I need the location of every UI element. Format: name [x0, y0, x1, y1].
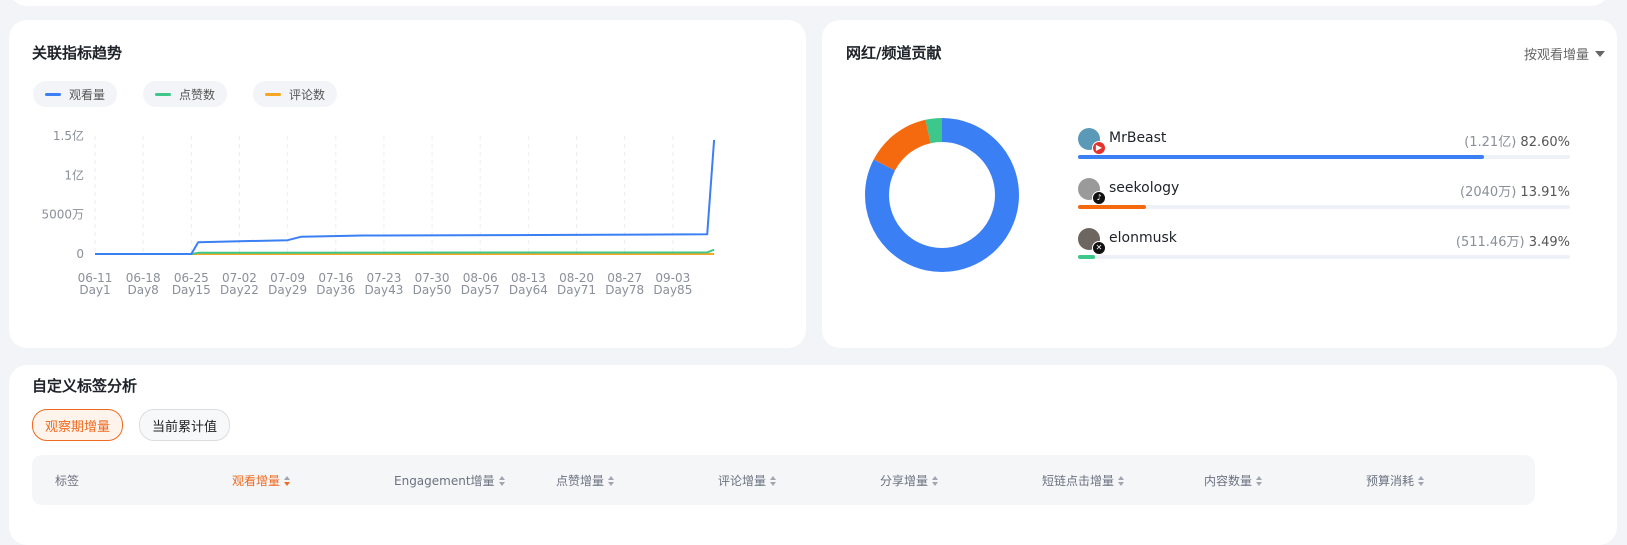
sort-dropdown[interactable]: 按观看增量 [1524, 44, 1605, 63]
column-label: 预算消耗 [1366, 474, 1415, 488]
x-tick-day: Day85 [653, 283, 692, 297]
sort-icon [498, 475, 505, 486]
contributor-absolute: (1.21亿) [1464, 135, 1517, 150]
column-header-budget[interactable]: 预算消耗 [1366, 472, 1425, 489]
column-header-likes[interactable]: 点赞增量 [556, 472, 615, 489]
contributor-bar-track [1078, 255, 1570, 259]
tag-tabs: 观察期增量 当前累计值 [32, 409, 231, 441]
contributor-bar-track [1078, 205, 1570, 209]
x-tick-day: Day15 [172, 283, 211, 297]
column-label: 点赞增量 [556, 474, 605, 488]
tab-period-increment[interactable]: 观察期增量 [32, 409, 124, 441]
tiktok-icon: ♪ [1092, 191, 1106, 205]
contribution-title: 网红/频道贡献 [846, 44, 942, 62]
trend-card: 关联指标趋势 观看量 点赞数 评论数 1.5亿 1亿 5000万 0 06-11 Day1… [9, 20, 806, 348]
x-tick-day: Day71 [557, 283, 596, 297]
sort-icon [932, 475, 939, 486]
contributor-name: MrBeast [1109, 130, 1167, 146]
column-label: 短链点击增量 [1042, 474, 1115, 488]
column-header-content-count[interactable]: 内容数量 [1204, 472, 1263, 489]
contributor-percent: 82.60% [1520, 135, 1570, 150]
contributor-value: (1.21亿) 82.60% [1464, 131, 1570, 150]
sort-dropdown-label: 按观看增量 [1523, 48, 1589, 63]
contributor-value: (511.46万) 3.49% [1456, 231, 1570, 250]
column-label: 内容数量 [1204, 474, 1253, 488]
contribution-donut [865, 118, 1019, 272]
contributor-row[interactable]: ▶ MrBeast (1.21亿) 82.60% [1078, 128, 1570, 172]
column-header-views[interactable]: 观看增量 [232, 472, 291, 489]
x-tick-day: Day43 [364, 283, 403, 297]
contributor-bar-track [1078, 155, 1570, 159]
column-header-link-clicks[interactable]: 短链点击增量 [1042, 472, 1125, 489]
contributor-absolute: (511.46万) [1455, 235, 1525, 250]
contributor-bar-fill [1078, 255, 1096, 259]
contributor-percent: 13.91% [1520, 185, 1570, 200]
series-line [95, 139, 716, 255]
y-tick-label: 1.5亿 [53, 128, 84, 143]
contributor-value: (2040万) 13.91% [1460, 181, 1570, 200]
x-tick-day: Day64 [509, 283, 548, 297]
sort-icon [1418, 475, 1425, 486]
contributor-bar-fill [1078, 205, 1147, 209]
y-tick-label: 5000万 [41, 208, 84, 222]
y-tick-label: 0 [76, 247, 84, 261]
chevron-down-icon [1595, 50, 1605, 57]
contributor-row[interactable]: ♪ seekology (2040万) 13.91% [1078, 178, 1570, 222]
x-icon: ✕ [1092, 241, 1106, 255]
tab-cumulative[interactable]: 当前累计值 [139, 409, 231, 441]
top-card-edge [9, 0, 1609, 6]
x-tick-day: Day22 [220, 283, 259, 297]
column-label: 评论增量 [718, 474, 767, 488]
table-header: 标签 观看增量 Engagement增量 点赞增量 评论增量 分享增量 短链点击… [32, 455, 1535, 505]
x-tick-day: Day8 [127, 283, 158, 297]
trend-chart: 1.5亿1亿5000万006-11Day106-18Day806-25Day15… [41, 128, 716, 297]
column-label: 标签 [55, 474, 80, 488]
tag-analysis-title: 自定义标签分析 [32, 377, 138, 395]
youtube-icon: ▶ [1092, 141, 1106, 155]
column-header-engagement[interactable]: Engagement增量 [394, 472, 505, 489]
contributor-absolute: (2040万) [1460, 185, 1517, 200]
x-tick-day: Day36 [316, 283, 355, 297]
x-tick-day: Day50 [413, 283, 452, 297]
sort-icon [1118, 475, 1125, 486]
sort-icon [608, 475, 615, 486]
x-tick-day: Day1 [79, 283, 110, 297]
tag-analysis-card: 自定义标签分析 观察期增量 当前累计值 标签 观看增量 Engagement增量… [9, 365, 1617, 545]
sort-icon [770, 475, 777, 486]
y-tick-label: 1亿 [64, 167, 84, 182]
contributor-name: elonmusk [1109, 230, 1177, 246]
column-label: Engagement增量 [394, 474, 495, 488]
contributor-bar-fill [1078, 155, 1485, 159]
contribution-card: 网红/频道贡献 按观看增量 ▶ MrBeast (1.21亿) 82.60% ♪… [822, 20, 1617, 348]
column-label: 观看增量 [232, 474, 281, 488]
x-tick-day: Day57 [461, 283, 500, 297]
contributor-name: seekology [1109, 180, 1180, 196]
column-header-comments[interactable]: 评论增量 [718, 472, 777, 489]
column-header-tag: 标签 [55, 472, 79, 489]
x-tick-day: Day29 [268, 283, 307, 297]
contributor-row[interactable]: ✕ elonmusk (511.46万) 3.49% [1078, 228, 1570, 272]
x-tick-day: Day78 [605, 283, 644, 297]
column-header-shares[interactable]: 分享增量 [880, 472, 939, 489]
contributor-percent: 3.49% [1528, 235, 1570, 250]
column-label: 分享增量 [880, 474, 929, 488]
sort-icon [284, 475, 291, 486]
sort-icon [1256, 475, 1263, 486]
